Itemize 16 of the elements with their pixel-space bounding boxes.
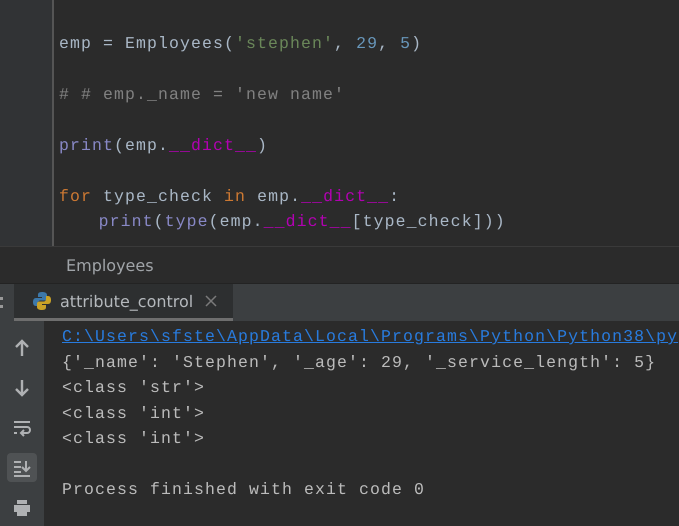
console-output: <class 'str'>: [62, 377, 206, 399]
path-link[interactable]: C:\Users\sfste\AppData\Local\Programs\Python\Python38\py: [62, 324, 678, 350]
code-line: print(emp.__dict__): [59, 134, 268, 156]
breadcrumb[interactable]: Employees: [66, 256, 154, 274]
console-output: <class 'int'>: [62, 402, 206, 424]
code-line: emp = Employees('stephen', 29, 5): [59, 32, 422, 54]
code-line: # # emp._name = 'new name': [59, 84, 346, 106]
code-line: for type_check in emp.__dict__:: [59, 186, 400, 208]
code-line: print(type(emp.__dict__[type_check])): [98, 211, 506, 233]
console-output: Process finished with exit code 0: [62, 479, 426, 501]
run-tab[interactable]: attribute_control: [14, 284, 234, 321]
console-output: {'_name': 'Stephen', '_age': 29, '_service_length': 5}: [62, 352, 656, 374]
close-icon[interactable]: [205, 295, 218, 307]
python-icon: [32, 291, 52, 311]
console-output: <class 'int'>: [62, 428, 206, 450]
scroll-to-end-icon[interactable]: [7, 453, 37, 482]
